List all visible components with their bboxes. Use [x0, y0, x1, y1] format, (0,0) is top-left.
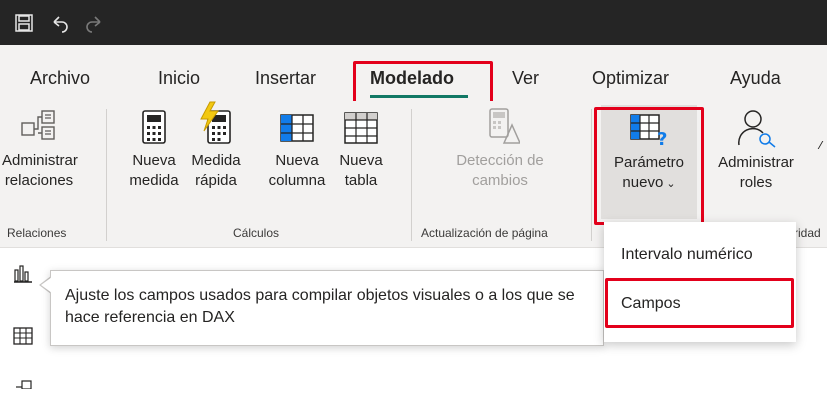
administrar-roles-line2: roles: [739, 174, 773, 191]
medida-rapida-button[interactable]: Medida rápida: [186, 101, 246, 191]
nueva-tabla-line2: tabla: [344, 172, 378, 189]
tab-ver[interactable]: Ver: [512, 68, 539, 89]
highlight-campos-item: [605, 278, 794, 328]
ribbon-separator: [106, 109, 107, 241]
tab-archivo[interactable]: Archivo: [30, 68, 90, 89]
nueva-medida-line1: Nueva: [132, 152, 176, 169]
tooltip: Ajuste los campos usados para compilar o…: [50, 270, 604, 346]
cut-off-icon: [817, 141, 827, 149]
ribbon-separator: [591, 109, 592, 241]
nueva-medida-line2: medida: [129, 172, 179, 189]
group-label-actualizacion: Actualización de página: [421, 226, 548, 240]
tab-optimizar[interactable]: Optimizar: [592, 68, 669, 89]
nueva-columna-button[interactable]: Nueva columna: [262, 107, 332, 191]
redo-icon[interactable]: [82, 11, 106, 35]
tab-ayuda[interactable]: Ayuda: [730, 68, 781, 89]
menu-bar: Archivo Inicio Insertar Modelado Ver Opt…: [0, 45, 827, 110]
administrar-relaciones-line2: relaciones: [4, 172, 74, 189]
report-view-icon[interactable]: [12, 262, 34, 284]
group-label-seguridad: ridad: [794, 226, 821, 240]
quick-measure-icon: [200, 101, 231, 144]
title-bar: [0, 0, 827, 45]
group-label-relaciones: Relaciones: [7, 226, 67, 240]
tooltip-arrow-inner: [41, 277, 52, 293]
nueva-columna-line1: Nueva: [275, 152, 319, 169]
new-table-icon: [344, 112, 378, 144]
tab-insertar[interactable]: Insertar: [255, 68, 316, 89]
deteccion-cambios-line1: Detección de: [456, 152, 544, 169]
deteccion-cambios-button[interactable]: Detección de cambios: [430, 107, 570, 191]
relationships-icon: [21, 110, 55, 140]
nueva-columna-line2: columna: [268, 172, 326, 189]
administrar-relaciones-button[interactable]: Administrar relaciones: [2, 107, 78, 191]
administrar-roles-line1: Administrar: [718, 154, 794, 171]
administrar-roles-button[interactable]: Administrar roles: [716, 107, 796, 193]
tooltip-text: Ajuste los campos usados para compilar o…: [65, 287, 575, 326]
group-label-calculos: Cálculos: [233, 226, 280, 240]
roles-icon: [738, 110, 776, 148]
nueva-medida-button[interactable]: Nueva medida: [126, 107, 182, 191]
model-view-icon[interactable]: [12, 376, 34, 390]
highlight-parametro-nuevo: [594, 107, 704, 225]
change-detection-icon: [489, 108, 520, 144]
table-view-icon[interactable]: [12, 325, 34, 347]
undo-icon[interactable]: [48, 11, 72, 35]
medida-rapida-line2: rápida: [195, 172, 237, 189]
medida-rapida-line1: Medida: [191, 152, 241, 169]
administrar-relaciones-line1: Administrar: [2, 152, 78, 169]
nueva-tabla-button[interactable]: Nueva tabla: [336, 107, 386, 191]
menu-item-intervalo-numerico[interactable]: Intervalo numérico: [621, 246, 753, 264]
deteccion-cambios-line2: cambios: [472, 172, 528, 189]
nueva-tabla-line1: Nueva: [339, 152, 383, 169]
save-icon[interactable]: [12, 11, 36, 35]
ribbon-separator: [411, 109, 412, 241]
tab-inicio[interactable]: Inicio: [158, 68, 200, 89]
calculator-icon: [142, 110, 166, 144]
new-column-icon: [280, 114, 314, 142]
